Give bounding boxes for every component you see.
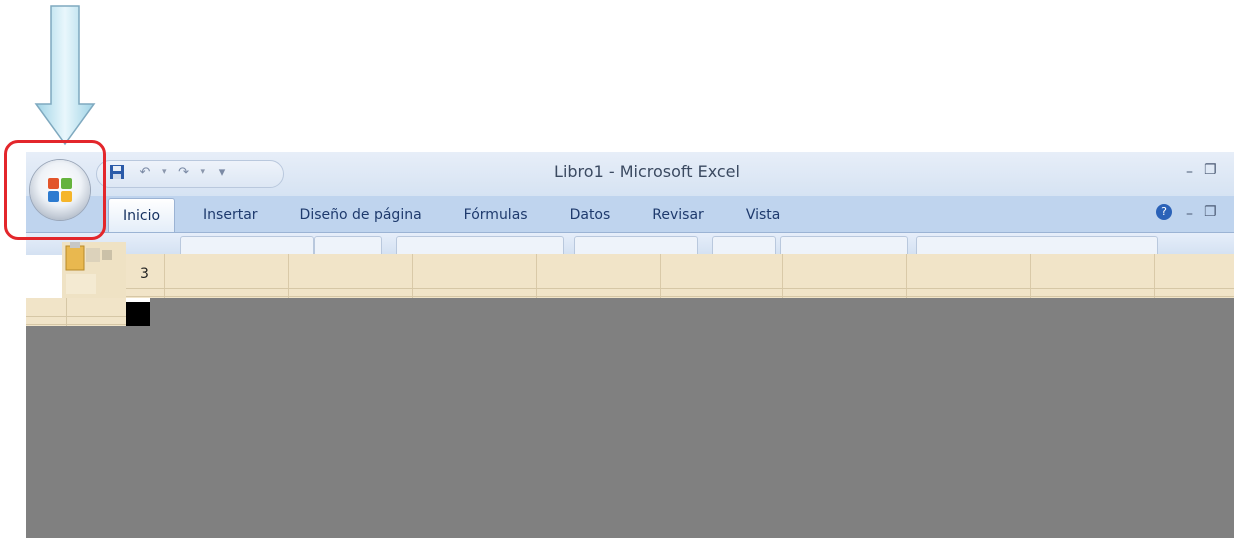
grid-line: [26, 324, 126, 325]
grid-line: [536, 254, 537, 298]
doc-restore-icon[interactable]: ❐: [1204, 204, 1217, 220]
ribbon-tabs: Inicio Insertar Diseño de página Fórmula…: [108, 198, 808, 233]
undo-dropdown-icon[interactable]: ▾: [162, 167, 167, 177]
editing-group: [916, 236, 1158, 255]
quick-access-toolbar: ↶ ▾ ↷ ▾ ▾: [106, 158, 233, 186]
doc-minimize-icon[interactable]: –: [1186, 206, 1193, 222]
save-icon[interactable]: [106, 161, 128, 183]
minimize-icon[interactable]: –: [1186, 164, 1193, 180]
undo-icon[interactable]: ↶: [134, 161, 156, 183]
tab-formulas[interactable]: Fórmulas: [450, 198, 542, 232]
tab-datos[interactable]: Datos: [556, 198, 625, 232]
cells-group: [780, 236, 908, 255]
worksheet-row-fragment: [26, 298, 126, 326]
grid-line: [164, 254, 165, 298]
tab-revisar[interactable]: Revisar: [638, 198, 718, 232]
row-number: 3: [140, 266, 149, 282]
tab-inicio[interactable]: Inicio: [108, 198, 176, 233]
select-all-corner[interactable]: [126, 302, 150, 326]
grid-line: [26, 316, 126, 317]
down-arrow-icon: [34, 5, 96, 146]
clipboard-icon: [62, 242, 126, 298]
grid-line: [126, 296, 1234, 297]
restore-icon[interactable]: ❐: [1204, 162, 1217, 178]
grid-line: [1154, 254, 1155, 298]
grid-line: [1030, 254, 1031, 298]
redo-dropdown-icon[interactable]: ▾: [201, 167, 206, 177]
tab-diseno-de-pagina[interactable]: Diseño de página: [286, 198, 436, 232]
grid-line: [288, 254, 289, 298]
workspace-background: [150, 298, 1234, 326]
grid-line: [660, 254, 661, 298]
grid-line: [782, 254, 783, 298]
grid-line: [412, 254, 413, 298]
font-name-box[interactable]: [180, 236, 314, 255]
tab-vista[interactable]: Vista: [732, 198, 795, 232]
redo-icon[interactable]: ↷: [173, 161, 195, 183]
grid-line: [66, 298, 67, 326]
grid-line: [906, 254, 907, 298]
workspace-background: [26, 326, 1234, 538]
styles-group: [712, 236, 776, 255]
number-format-box[interactable]: [574, 236, 698, 255]
grid-line: [126, 288, 1234, 289]
customize-dropdown-icon[interactable]: ▾: [211, 161, 233, 183]
office-button-highlight: [4, 140, 106, 240]
help-icon[interactable]: ?: [1156, 204, 1172, 220]
alignment-group: [396, 236, 564, 255]
font-size-box[interactable]: [314, 236, 382, 255]
tab-insertar[interactable]: Insertar: [189, 198, 272, 232]
worksheet-row: [126, 254, 1234, 298]
